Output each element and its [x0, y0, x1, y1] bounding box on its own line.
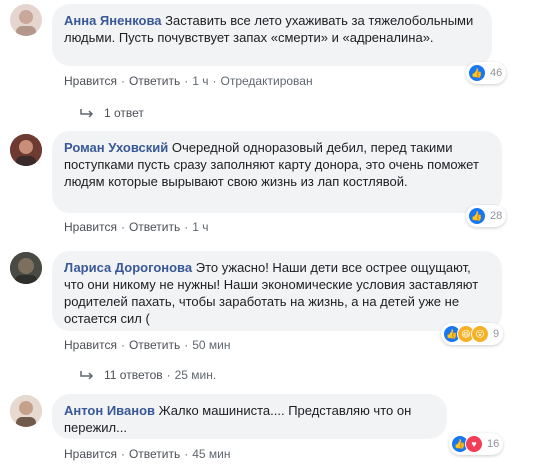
edited-label[interactable]: Отредактирован	[221, 74, 313, 88]
comment-bubble: Антон Иванов Жалко машиниста.... Предста…	[52, 394, 447, 439]
view-replies[interactable]: 11 ответов · 25 мин.	[80, 368, 216, 382]
comment-author[interactable]: Роман Уховский	[64, 140, 168, 155]
comment-bubble: Лариса Дорогонова Это ужасно! Наши дети …	[52, 251, 502, 331]
replies-time: 25 мин.	[174, 368, 217, 382]
like-icon: 👍	[468, 207, 486, 225]
timestamp[interactable]: 45 мин	[192, 447, 230, 461]
like-link[interactable]: Нравится	[64, 338, 117, 352]
wow-icon: 😮	[471, 325, 489, 343]
comment-bubble: Роман Уховский Очередной одноразовый деб…	[52, 131, 502, 213]
comment-actions: Нравится · Ответить · 50 мин	[64, 338, 231, 352]
comment-actions: Нравится · Ответить · 1 ч	[64, 220, 209, 234]
reaction-summary[interactable]: 👍 😆 😮 9	[441, 323, 504, 345]
avatar[interactable]	[10, 4, 42, 36]
reaction-count: 46	[490, 67, 503, 79]
like-link[interactable]: Нравится	[64, 74, 117, 88]
timestamp[interactable]: 1 ч	[192, 220, 208, 234]
love-icon: ♥	[465, 435, 483, 453]
like-link[interactable]: Нравится	[64, 220, 117, 234]
avatar[interactable]	[10, 395, 42, 427]
comment-bubble: Анна Яненкова Заставить все лето ухажива…	[52, 4, 492, 66]
reply-arrow-icon	[80, 109, 94, 118]
reply-link[interactable]: Ответить	[129, 338, 180, 352]
comment-author[interactable]: Анна Яненкова	[64, 13, 162, 28]
avatar[interactable]	[10, 134, 42, 166]
avatar[interactable]	[10, 252, 42, 284]
comment-actions: Нравится · Ответить · 45 мин	[64, 447, 231, 461]
timestamp[interactable]: 1 ч	[192, 74, 208, 88]
reaction-count: 16	[487, 438, 500, 450]
replies-count[interactable]: 1 ответ	[104, 106, 144, 120]
comment-author[interactable]: Лариса Дорогонова	[64, 260, 192, 275]
like-link[interactable]: Нравится	[64, 447, 117, 461]
like-icon: 👍	[468, 64, 486, 82]
comment-author[interactable]: Антон Иванов	[64, 403, 155, 418]
replies-count[interactable]: 11 ответов	[104, 368, 163, 382]
reply-link[interactable]: Ответить	[129, 74, 180, 88]
reaction-summary[interactable]: 👍 ♥ 16	[449, 433, 504, 455]
reply-arrow-icon	[80, 371, 94, 380]
timestamp[interactable]: 50 мин	[192, 338, 230, 352]
reply-link[interactable]: Ответить	[129, 220, 180, 234]
reaction-count: 28	[490, 210, 503, 222]
reply-link[interactable]: Ответить	[129, 447, 180, 461]
reaction-summary[interactable]: 👍 28	[466, 205, 507, 227]
reaction-summary[interactable]: 👍 46	[466, 62, 507, 84]
comment-actions: Нравится · Ответить · 1 ч · Отредактирован	[64, 74, 313, 88]
view-replies[interactable]: 1 ответ	[80, 106, 144, 120]
reaction-count: 9	[493, 328, 500, 340]
